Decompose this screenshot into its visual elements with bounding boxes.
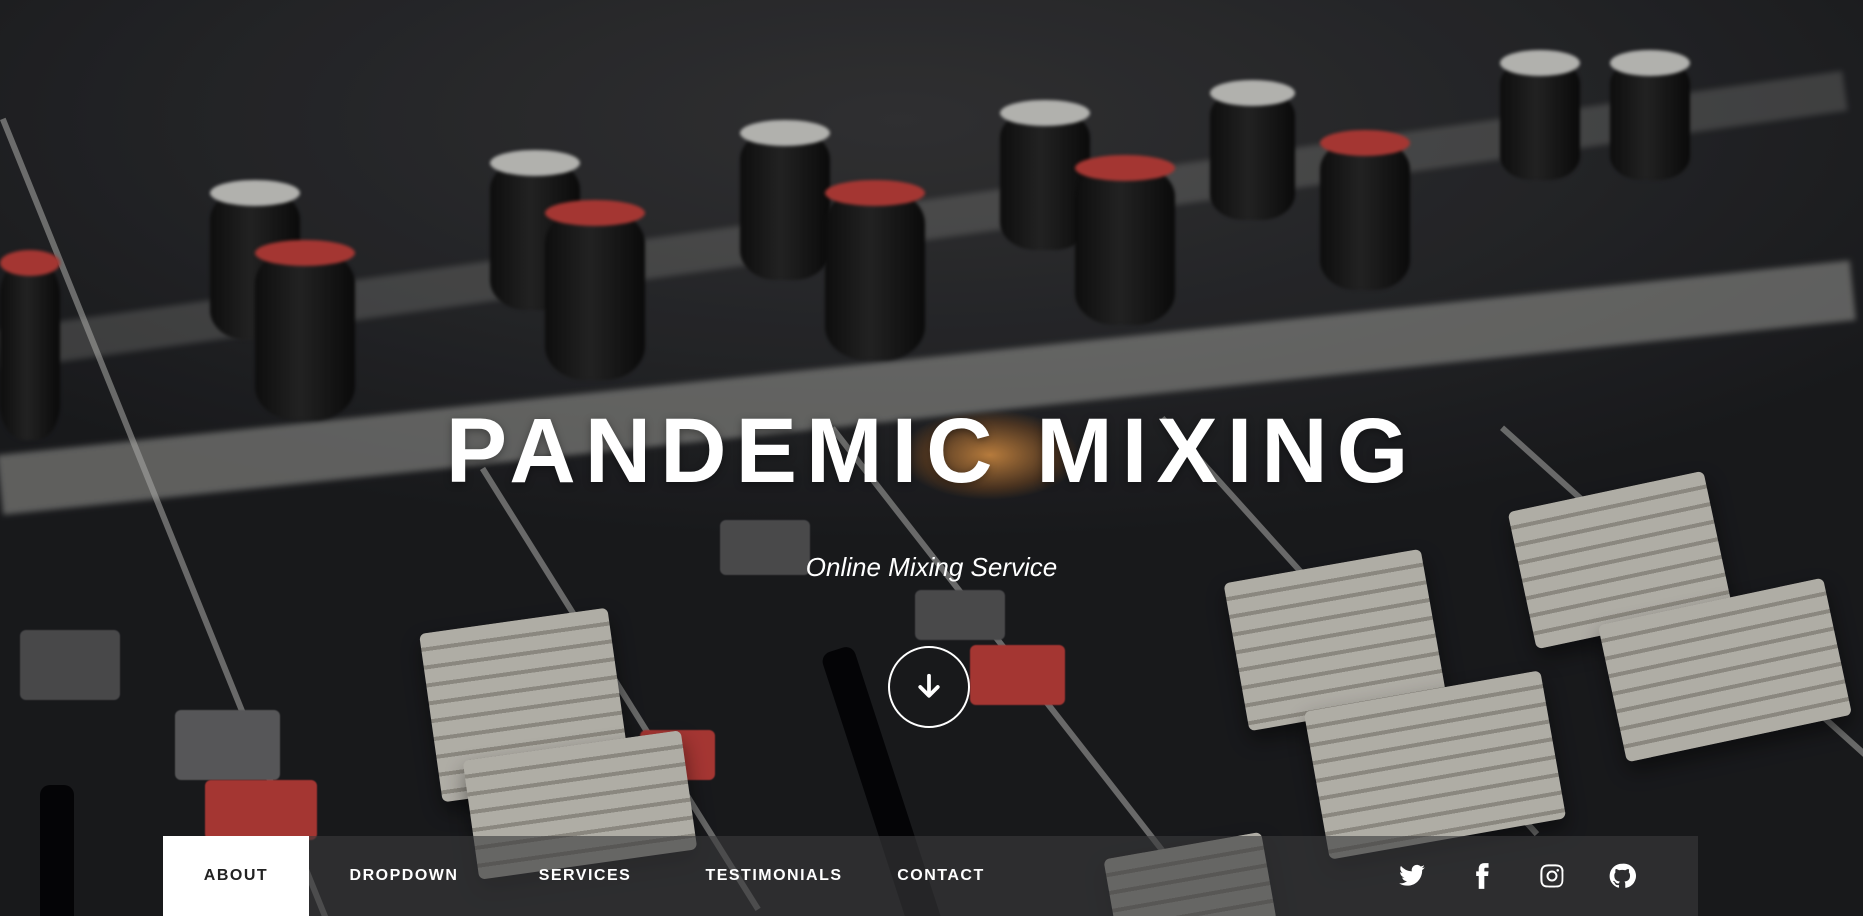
nav-testimonials[interactable]: TESTIMONIALS	[671, 836, 877, 916]
facebook-icon[interactable]	[1466, 860, 1498, 892]
scroll-down-button[interactable]	[888, 646, 970, 728]
github-icon[interactable]	[1606, 860, 1638, 892]
social-links	[1396, 860, 1638, 892]
twitter-icon[interactable]	[1396, 860, 1428, 892]
site-title: PANDEMIC MIXING	[445, 400, 1418, 502]
nav-contact[interactable]: CONTACT	[877, 836, 1005, 916]
nav-services[interactable]: SERVICES	[499, 836, 671, 916]
nav-dropdown[interactable]: DROPDOWN	[309, 836, 499, 916]
main-navbar: ABOUT DROPDOWN SERVICES TESTIMONIALS CON…	[163, 836, 1698, 916]
site-subtitle: Online Mixing Service	[805, 552, 1058, 582]
instagram-icon[interactable]	[1536, 860, 1568, 892]
nav-about[interactable]: ABOUT	[163, 836, 309, 916]
arrow-down-icon	[918, 673, 940, 698]
